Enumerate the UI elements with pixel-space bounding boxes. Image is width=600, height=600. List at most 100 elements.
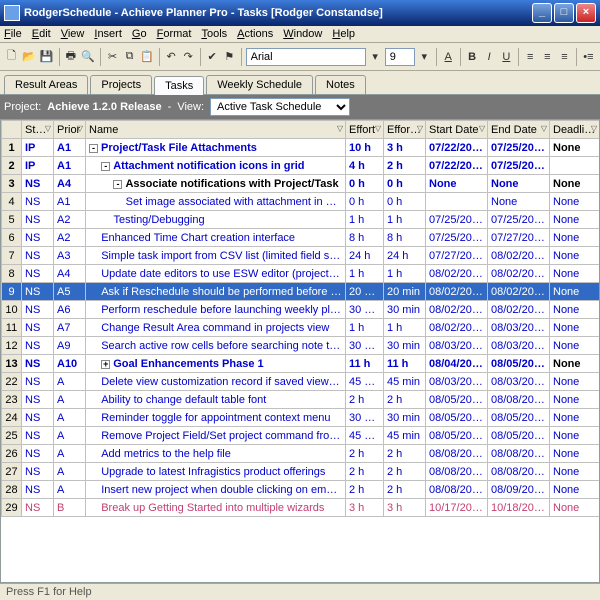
cell[interactable]: None [550, 211, 600, 229]
cell[interactable]: 27 [2, 463, 22, 481]
cell[interactable]: 08/08/2005 [488, 445, 550, 463]
cell[interactable]: NS [22, 391, 54, 409]
cell[interactable]: A10 [54, 355, 86, 373]
cell[interactable]: +Goal Enhancements Phase 1 [86, 355, 346, 373]
cell[interactable]: 08/02/2005 [426, 301, 488, 319]
cell[interactable]: 2 h [346, 445, 384, 463]
cell[interactable]: None [550, 301, 600, 319]
cell[interactable]: A7 [54, 319, 86, 337]
cell[interactable]: 07/25/2005 [426, 229, 488, 247]
cell[interactable]: 07/22/2005 [426, 157, 488, 175]
cell[interactable]: NS [22, 427, 54, 445]
maximize-button[interactable]: □ [554, 3, 574, 23]
cell[interactable]: A5 [54, 283, 86, 301]
cell[interactable]: IP [22, 157, 54, 175]
cell[interactable]: Set image associated with attachment in … [86, 193, 346, 211]
cell[interactable]: None [550, 499, 600, 517]
print-icon[interactable]: 🖶 [63, 47, 78, 67]
cell[interactable]: A [54, 463, 86, 481]
cell[interactable]: NS [22, 355, 54, 373]
cell[interactable]: 45 min [384, 427, 426, 445]
menu-format[interactable]: Format [157, 28, 192, 40]
cell[interactable]: NS [22, 337, 54, 355]
cell[interactable]: B [54, 499, 86, 517]
cell[interactable]: 20 min [384, 283, 426, 301]
cell[interactable]: None [550, 175, 600, 193]
cell[interactable]: NS [22, 373, 54, 391]
cell[interactable]: NS [22, 301, 54, 319]
cell[interactable]: NS [22, 175, 54, 193]
cell[interactable]: 3 [2, 175, 22, 193]
cell[interactable]: A1 [54, 157, 86, 175]
col-header[interactable] [2, 121, 22, 139]
cell[interactable]: 45 min [346, 427, 384, 445]
minimize-button[interactable]: _ [532, 3, 552, 23]
bold-icon[interactable]: B [465, 47, 480, 67]
table-row[interactable]: 13NSA10 +Goal Enhancements Phase 111 h11… [2, 355, 600, 373]
cell[interactable]: -Associate notifications with Project/Ta… [86, 175, 346, 193]
cell[interactable]: 08/02/2005 [426, 265, 488, 283]
dropdown-icon[interactable]: ▾ [368, 47, 383, 67]
col-header[interactable]: Start Date▽ [426, 121, 488, 139]
cell[interactable]: 08/02/2005 [488, 265, 550, 283]
table-row[interactable]: 7NSA3 Simple task import from CSV list (… [2, 247, 600, 265]
col-header[interactable]: Prior▽ [54, 121, 86, 139]
cell[interactable]: A4 [54, 265, 86, 283]
cell[interactable]: None [550, 247, 600, 265]
menu-edit[interactable]: Edit [32, 28, 51, 40]
cell[interactable]: A1 [54, 193, 86, 211]
cell[interactable]: 2 h [384, 391, 426, 409]
cell[interactable]: 08/05/2005 [488, 355, 550, 373]
cell[interactable]: 4 h [346, 157, 384, 175]
cell[interactable]: None [550, 463, 600, 481]
cell[interactable]: 45 min [346, 373, 384, 391]
table-row[interactable]: 6NSA2 Enhanced Time Chart creation inter… [2, 229, 600, 247]
cell[interactable]: 10/17/2005 [426, 499, 488, 517]
cell[interactable]: 28 [2, 481, 22, 499]
col-header[interactable]: State▽ [22, 121, 54, 139]
col-header[interactable]: Name▽ [86, 121, 346, 139]
cell[interactable]: A [54, 391, 86, 409]
cell[interactable]: A [54, 373, 86, 391]
cell[interactable]: Add metrics to the help file [86, 445, 346, 463]
tab-result-areas[interactable]: Result Areas [4, 75, 88, 94]
cell[interactable]: Ask if Reschedule should be performed be… [86, 283, 346, 301]
table-row[interactable]: 29NSB Break up Getting Started into mult… [2, 499, 600, 517]
cell[interactable]: Ability to change default table font [86, 391, 346, 409]
cell[interactable]: Testing/Debugging [86, 211, 346, 229]
table-row[interactable]: 5NSA2 Testing/Debugging1 h1 h07/25/20050… [2, 211, 600, 229]
cell[interactable]: None [550, 427, 600, 445]
table-row[interactable]: 12NSA9 Search active row cells before se… [2, 337, 600, 355]
table-row[interactable]: 9NSA5 Ask if Reschedule should be perfor… [2, 283, 600, 301]
cell[interactable]: 1 h [384, 319, 426, 337]
cell[interactable]: 23 [2, 391, 22, 409]
cell[interactable]: None [550, 193, 600, 211]
table-row[interactable]: 26NSA Add metrics to the help file2 h2 h… [2, 445, 600, 463]
check-icon[interactable]: ✔ [205, 47, 220, 67]
cell[interactable]: NS [22, 193, 54, 211]
cell[interactable]: 11 h [384, 355, 426, 373]
copy-icon[interactable]: ⧉ [122, 47, 137, 67]
cell[interactable]: 11 [2, 319, 22, 337]
cell[interactable]: Upgrade to latest Infragistics product o… [86, 463, 346, 481]
cell[interactable]: 12 [2, 337, 22, 355]
cell[interactable]: 2 h [384, 445, 426, 463]
cell[interactable]: 07/27/2005 [426, 247, 488, 265]
cell[interactable]: 45 min [384, 373, 426, 391]
menu-view[interactable]: View [61, 28, 85, 40]
cell[interactable]: 2 h [346, 463, 384, 481]
table-row[interactable]: 2IPA1 -Attachment notification icons in … [2, 157, 600, 175]
cell[interactable]: 2 h [346, 391, 384, 409]
cell[interactable]: 29 [2, 499, 22, 517]
cell[interactable]: 07/22/2005 [426, 139, 488, 157]
cell[interactable]: 08/05/2005 [488, 427, 550, 445]
cell[interactable]: Break up Getting Started into multiple w… [86, 499, 346, 517]
cell[interactable]: A6 [54, 301, 86, 319]
cut-icon[interactable]: ✂ [105, 47, 120, 67]
menu-go[interactable]: Go [132, 28, 147, 40]
cell[interactable]: -Attachment notification icons in grid [86, 157, 346, 175]
cell[interactable]: 07/25/2005 [488, 157, 550, 175]
font-select[interactable] [246, 48, 366, 66]
menu-window[interactable]: Window [283, 28, 322, 40]
cell[interactable]: 0 h [346, 175, 384, 193]
